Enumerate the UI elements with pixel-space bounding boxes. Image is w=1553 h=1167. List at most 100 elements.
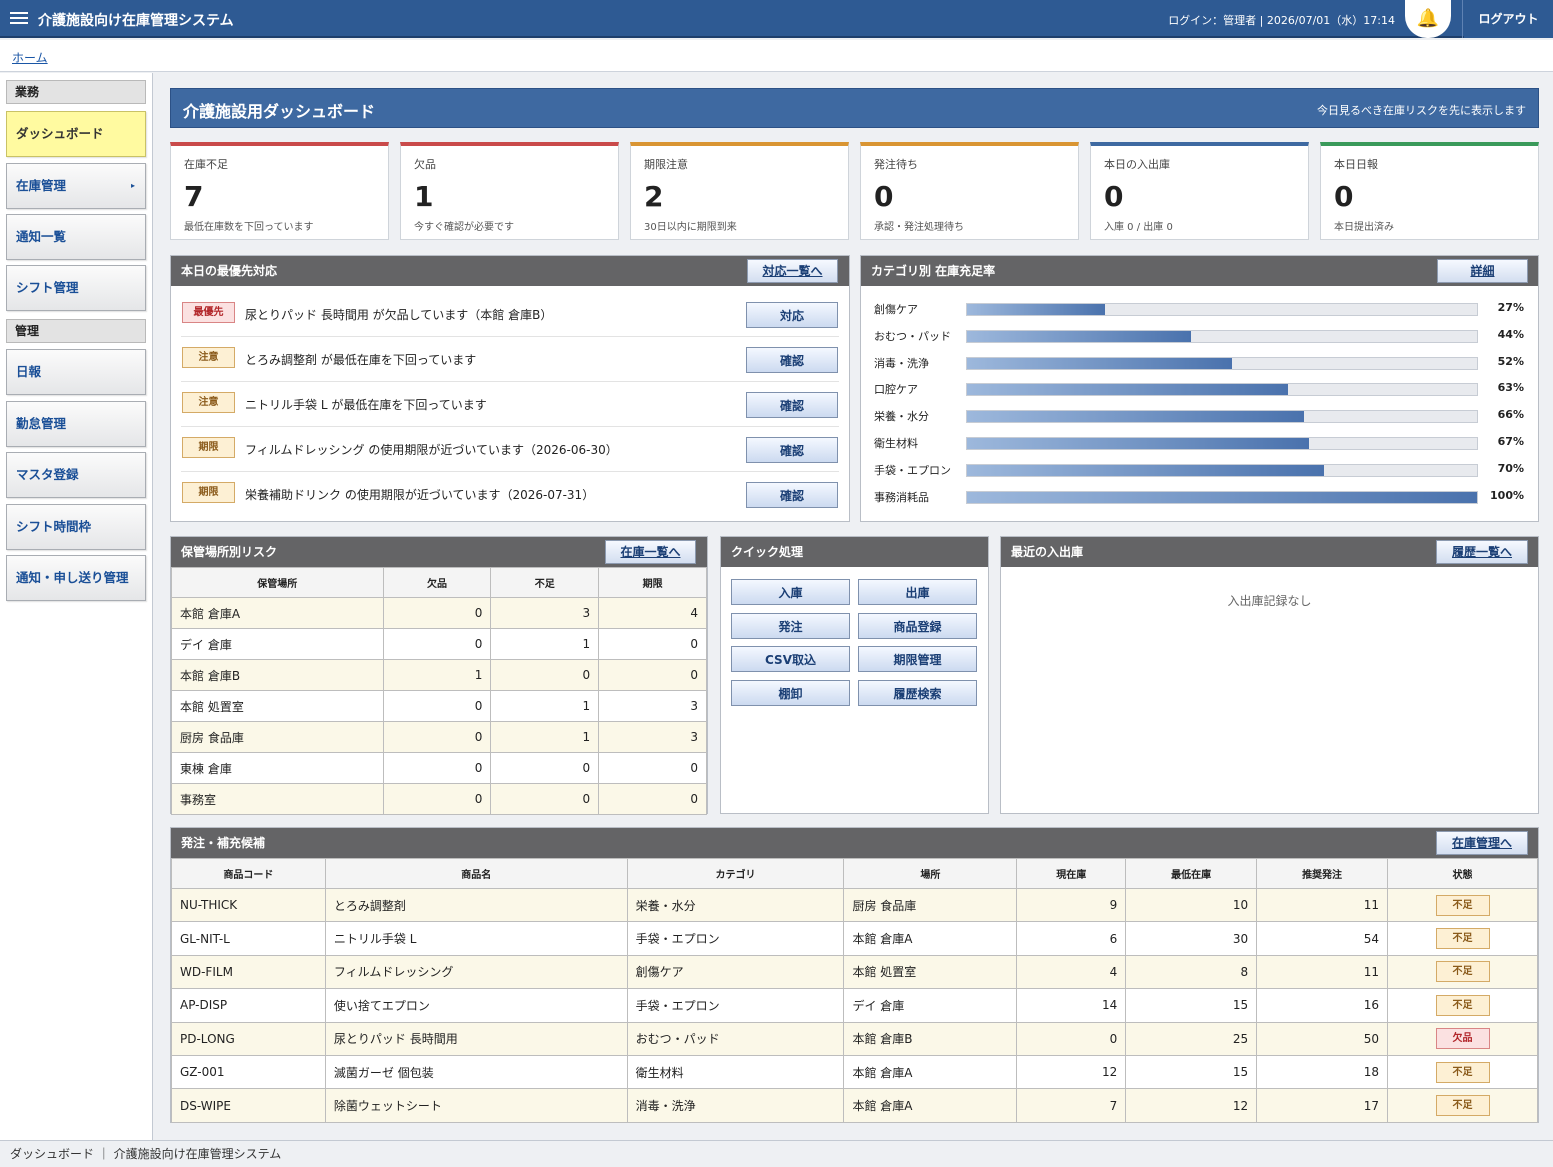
code-cell: NU-THICK bbox=[171, 887, 326, 923]
topbar-divider bbox=[1462, 0, 1463, 38]
name-cell: 使い捨てエプロン bbox=[324, 988, 628, 1023]
table-row[interactable]: 本館 倉庫A 0 3 4 bbox=[171, 597, 707, 629]
kpi-note: 30日以内に期限到来 bbox=[644, 222, 737, 233]
hamburger-menu-icon[interactable] bbox=[10, 9, 28, 27]
category-cell: 衛生材料 bbox=[626, 1054, 845, 1090]
kpi-value: 0 bbox=[1334, 180, 1354, 213]
priority-action-button[interactable]: 確認 bbox=[746, 392, 838, 418]
sidebar-item-label: マスタ登録 bbox=[16, 467, 79, 482]
quick-csv-import-button[interactable]: CSV取込 bbox=[731, 646, 850, 672]
category-name: 栄養・水分 bbox=[874, 410, 929, 424]
sidebar-item-handover[interactable]: 通知・申し送り管理 bbox=[6, 555, 146, 601]
sidebar-item-shift-slots[interactable]: シフト時間枠 bbox=[6, 504, 146, 550]
app-title: 介護施設向け在庫管理システム bbox=[38, 13, 234, 29]
category-bar bbox=[966, 383, 1478, 397]
sidebar-item-shift[interactable]: シフト管理 bbox=[6, 265, 146, 311]
kpi-card-today-movements[interactable]: 本日の入出庫 0 入庫 0 / 出庫 0 bbox=[1090, 142, 1309, 240]
count-cell: 3 bbox=[598, 690, 707, 722]
sidebar-item-inventory[interactable]: 在庫管理 ▸ bbox=[6, 163, 146, 209]
inventory-management-link[interactable]: 在庫管理へ bbox=[1436, 831, 1528, 855]
sidebar-item-label: ダッシュボード bbox=[16, 126, 104, 141]
panel-title: 発注・補充候補 bbox=[181, 836, 266, 850]
table-row[interactable]: デイ 倉庫 0 1 0 bbox=[171, 628, 707, 660]
column-header: 保管場所 bbox=[171, 567, 384, 598]
history-list-link[interactable]: 履歴一覧へ bbox=[1436, 540, 1528, 564]
table-row[interactable]: GL-NIT-L ニトリル手袋 L 手袋・エプロン 本館 倉庫A 6 30 54 不足 bbox=[171, 921, 1538, 956]
table-row[interactable]: 本館 処置室 0 1 3 bbox=[171, 690, 707, 722]
category-percent: 100% bbox=[1490, 488, 1524, 502]
code-cell: PD-LONG bbox=[171, 1021, 326, 1056]
location-cell: 本館 倉庫A bbox=[843, 921, 1018, 956]
kpi-label: 期限注意 bbox=[644, 158, 688, 171]
location-cell: 本館 倉庫A bbox=[843, 1088, 1018, 1123]
priority-action-button[interactable]: 対応 bbox=[746, 302, 838, 328]
status-cell: 欠品 bbox=[1387, 1021, 1538, 1056]
quick-order-button[interactable]: 発注 bbox=[731, 613, 850, 639]
min-cell: 10 bbox=[1125, 887, 1258, 923]
kpi-value: 2 bbox=[644, 180, 664, 213]
priority-list-link[interactable]: 対応一覧へ bbox=[747, 259, 838, 283]
category-percent: 27% bbox=[1497, 301, 1524, 314]
kpi-card-daily-report[interactable]: 本日日報 0 本日提出済み bbox=[1320, 142, 1539, 240]
category-percent: 66% bbox=[1497, 408, 1524, 422]
count-cell: 0 bbox=[490, 659, 600, 691]
location-cell: デイ 倉庫 bbox=[843, 988, 1018, 1023]
category-detail-link[interactable]: 詳細 bbox=[1437, 259, 1528, 283]
table-row[interactable]: 厨房 食品庫 0 1 3 bbox=[171, 721, 707, 753]
sidebar-item-notifications[interactable]: 通知一覧 bbox=[6, 214, 146, 260]
count-cell: 3 bbox=[490, 597, 600, 629]
category-row: 創傷ケア 27% bbox=[873, 294, 1528, 321]
location-cell: 本館 処置室 bbox=[171, 690, 384, 722]
table-row[interactable]: WD-FILM フィルムドレッシング 創傷ケア 本館 処置室 4 8 11 不足 bbox=[171, 954, 1538, 990]
quick-actions-panel: クイック処理 入庫 出庫 発注 商品登録 CSV取込 期限管理 棚卸 履歴検索 bbox=[720, 536, 989, 814]
column-header: 現在庫 bbox=[1016, 858, 1127, 889]
table-row[interactable]: AP-DISP 使い捨てエプロン 手袋・エプロン デイ 倉庫 14 15 16 不足 bbox=[171, 988, 1538, 1023]
quick-inbound-button[interactable]: 入庫 bbox=[731, 579, 850, 605]
order-cell: 54 bbox=[1256, 921, 1389, 956]
sidebar-item-dashboard[interactable]: ダッシュボード bbox=[6, 111, 146, 157]
table-row[interactable]: 東棟 倉庫 0 0 0 bbox=[171, 752, 707, 784]
kpi-card-expiry[interactable]: 期限注意 2 30日以内に期限到来 bbox=[630, 142, 849, 240]
sidebar-item-master[interactable]: マスタ登録 bbox=[6, 452, 146, 498]
kpi-card-order-pending[interactable]: 発注待ち 0 承認・発注処理待ち bbox=[860, 142, 1079, 240]
sidebar-item-attendance[interactable]: 勤怠管理 bbox=[6, 401, 146, 447]
logout-button[interactable]: ログアウト bbox=[1464, 0, 1553, 38]
table-row[interactable]: 本館 倉庫B 1 0 0 bbox=[171, 659, 707, 691]
quick-stocktake-button[interactable]: 棚卸 bbox=[731, 680, 850, 706]
category-bar-fill bbox=[967, 384, 1289, 396]
priority-action-button[interactable]: 確認 bbox=[746, 347, 838, 373]
quick-expiry-button[interactable]: 期限管理 bbox=[858, 646, 977, 672]
quick-outbound-button[interactable]: 出庫 bbox=[858, 579, 977, 605]
category-cell: 栄養・水分 bbox=[626, 887, 845, 923]
priority-tag: 期限 bbox=[182, 482, 235, 503]
table-row[interactable]: NU-THICK とろみ調整剤 栄養・水分 厨房 食品庫 9 10 11 不足 bbox=[171, 887, 1538, 923]
table-row[interactable]: GZ-001 滅菌ガーゼ 個包装 衛生材料 本館 倉庫A 12 15 18 不足 bbox=[171, 1054, 1538, 1090]
count-cell: 0 bbox=[382, 721, 492, 753]
inventory-list-link[interactable]: 在庫一覧へ bbox=[605, 540, 696, 564]
quick-product-register-button[interactable]: 商品登録 bbox=[858, 613, 977, 639]
status-badge: 不足 bbox=[1435, 1095, 1490, 1117]
column-header: 商品コード bbox=[171, 858, 326, 889]
priority-message: ニトリル手袋 L が最低在庫を下回っています bbox=[245, 398, 487, 412]
category-cell: 手袋・エプロン bbox=[626, 921, 845, 956]
column-header: 状態 bbox=[1387, 858, 1538, 889]
breadcrumb-home-link[interactable]: ホーム bbox=[12, 49, 48, 66]
priority-action-button[interactable]: 確認 bbox=[746, 437, 838, 463]
table-row[interactable]: PD-LONG 尿とりパッド 長時間用 おむつ・パッド 本館 倉庫B 0 25 50 欠品 bbox=[171, 1021, 1538, 1056]
kpi-card-shortage[interactable]: 在庫不足 7 最低在庫数を下回っています bbox=[170, 142, 389, 240]
priority-action-button[interactable]: 確認 bbox=[746, 482, 838, 508]
location-cell: 本館 倉庫A bbox=[843, 1054, 1018, 1090]
quick-history-search-button[interactable]: 履歴検索 bbox=[858, 680, 977, 706]
kpi-card-out-of-stock[interactable]: 欠品 1 今すぐ確認が必要です bbox=[400, 142, 619, 240]
name-cell: フィルムドレッシング bbox=[324, 954, 628, 990]
sidebar-item-daily-report[interactable]: 日報 bbox=[6, 349, 146, 395]
priority-item: 期限 栄養補助ドリンク の使用期限が近づいています（2026-07-31） 確認 bbox=[181, 472, 839, 517]
priority-message: 栄養補助ドリンク の使用期限が近づいています（2026-07-31） bbox=[245, 488, 595, 502]
sidebar-item-label: 通知・申し送り管理 bbox=[16, 570, 129, 585]
location-cell: 東棟 倉庫 bbox=[171, 752, 384, 784]
table-row[interactable]: 事務室 0 0 0 bbox=[171, 783, 707, 815]
bell-icon[interactable]: 🔔 bbox=[1405, 0, 1451, 38]
code-cell: WD-FILM bbox=[171, 954, 326, 990]
table-row[interactable]: DS-WIPE 除菌ウェットシート 消毒・洗浄 本館 倉庫A 7 12 17 不足 bbox=[171, 1088, 1538, 1123]
category-name: 創傷ケア bbox=[874, 303, 918, 316]
